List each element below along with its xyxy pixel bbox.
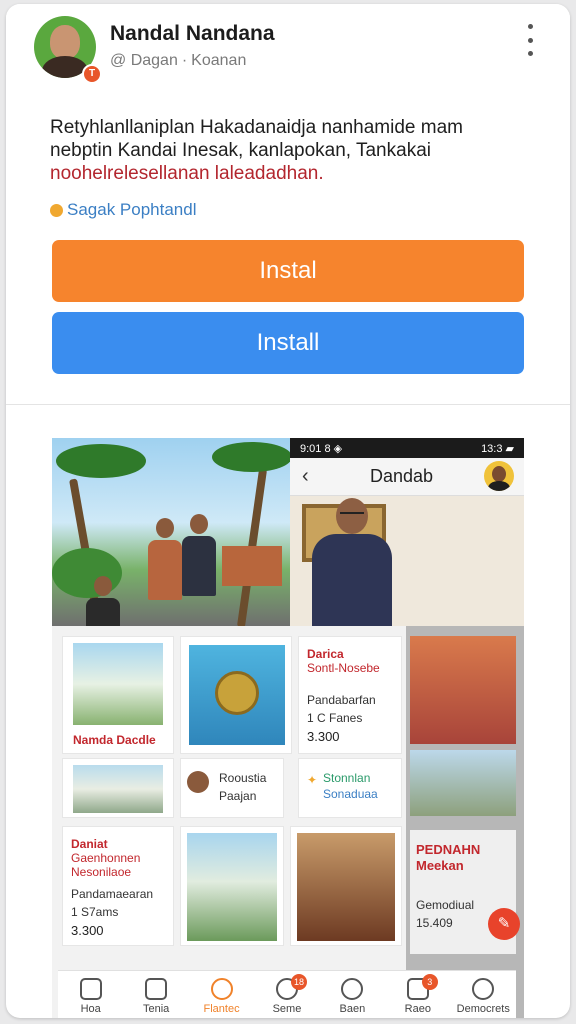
user-name[interactable]: Nandal Nandana: [110, 22, 275, 46]
tile-sub: Paajan: [219, 789, 257, 803]
app-screenshot[interactable]: 9:01 8 ◈ 13:3 ▰ ‹ Dandab Namda Dacdle Da…: [52, 438, 524, 1018]
store-icon: [145, 978, 168, 1000]
product-tile[interactable]: Daniat Gaenhonnen Nesonilaoe Pandamaearan …: [62, 826, 174, 946]
desc-line-1: Retyhlanllaniplan Hakadanaidja nanhamide…: [50, 117, 463, 138]
product-tile[interactable]: Darica Sontl-Nosebe Pandabarfan 1 C Fanes…: [298, 636, 402, 754]
hero-photo-village: [52, 438, 290, 626]
product-icon: [187, 771, 209, 793]
man-photo: [312, 498, 392, 626]
nav-item-chat[interactable]: 18 Seme: [259, 974, 315, 1015]
hero-app-preview: 9:01 8 ◈ 13:3 ▰ ‹ Dandab: [290, 438, 524, 626]
nav-label: Flantec: [203, 1003, 240, 1015]
tile-photo: [73, 643, 163, 725]
tile-line: 1 S7ams: [71, 905, 119, 919]
coin-icon: [215, 671, 259, 715]
user-meta: @ Dagan · Koanan: [110, 52, 246, 70]
nav-label: Tenia: [142, 1003, 170, 1015]
app-description: Retyhlanllaniplan Hakadanaidja nanhamide…: [50, 116, 540, 185]
product-tile[interactable]: [180, 826, 284, 946]
nav-label: Seme: [272, 1003, 302, 1015]
tile-line: Pandamaearan: [71, 887, 154, 901]
shield-icon: [50, 203, 63, 217]
preview-avatar[interactable]: [484, 461, 514, 491]
product-tile[interactable]: [290, 826, 402, 946]
nav-item-bag[interactable]: 3 Raeo: [390, 974, 446, 1015]
app-card: T Nandal Nandana @ Dagan · Koanan Retyhl…: [6, 4, 570, 1018]
right-column: PEDNAHN Meekan Gemodiual 15.409 ✎: [406, 626, 524, 1018]
back-icon[interactable]: ‹: [302, 465, 322, 488]
edit-fab-icon[interactable]: ✎: [488, 908, 520, 940]
tile-caption: Namda Dacdle: [73, 733, 156, 747]
product-tile[interactable]: ✦ Stonnlan Sonaduaa: [298, 758, 402, 818]
tile-photo: [187, 833, 277, 941]
status-bar: 9:01 8 ◈ 13:3 ▰: [290, 438, 524, 458]
tile-photo: [73, 765, 163, 813]
home-icon: [79, 978, 102, 1000]
tile-title: Daniat Gaenhonnen Nesonilaoe: [71, 837, 141, 879]
street-photo: [410, 750, 516, 816]
install-button-primary[interactable]: Instal: [52, 240, 524, 302]
meta-separator: ·: [181, 52, 188, 69]
install-button-secondary[interactable]: Install: [52, 312, 524, 374]
avatar-badge: T: [82, 64, 102, 84]
tile-title: Rooustia: [219, 771, 267, 785]
product-grid: Namda Dacdle Darica Sontl-Nosebe Pandabar…: [52, 626, 524, 1018]
nav-label: Baen: [339, 1003, 366, 1015]
divider: [6, 404, 570, 405]
product-tile[interactable]: Rooustia Paajan: [180, 758, 284, 818]
nav-badge: 3: [421, 974, 438, 990]
user-icon: [341, 978, 364, 1000]
app-header: T Nandal Nandana @ Dagan · Koanan Retyhl…: [6, 4, 570, 404]
tile-line: Pandabarfan: [307, 693, 376, 707]
tile-line: 1 C Fanes: [307, 711, 363, 725]
more-options-icon[interactable]: [522, 24, 538, 56]
coin-photo: [189, 645, 285, 745]
desc-line-3: noohelrelesellanan laleadadhan.: [50, 163, 324, 184]
tag-label: Sagak Pophtandl: [67, 200, 197, 219]
nav-label: Democrets: [456, 1003, 510, 1015]
group-icon: [472, 978, 495, 1000]
nav-badge: 18: [290, 974, 307, 990]
tile-price: 3.300: [307, 729, 340, 744]
product-tile[interactable]: [62, 758, 174, 818]
sparkle-icon: ✦: [307, 773, 318, 787]
tile-price: 3.300: [71, 923, 104, 938]
avatar-face: [50, 25, 80, 59]
preview-title: Dandab: [370, 466, 434, 486]
tile-title: Stonnlan: [323, 771, 371, 785]
tile-sub: Sonaduaa: [323, 787, 378, 801]
product-tile[interactable]: Namda Dacdle: [62, 636, 174, 754]
tile-photo: [297, 833, 395, 941]
tag-link[interactable]: Sagak Pophtandl: [50, 200, 197, 220]
nav-item-search[interactable]: Flantec: [194, 978, 250, 1015]
product-tile[interactable]: [180, 636, 292, 754]
nav-item-profile[interactable]: Baen: [324, 978, 380, 1015]
location: Koanan: [191, 52, 247, 69]
preview-app-bar: ‹ Dandab: [290, 458, 524, 496]
nav-label: Hoa: [80, 1003, 101, 1015]
search-icon: [210, 978, 233, 1000]
promo-line: Gemodiual: [416, 898, 475, 912]
couple-photo: [410, 636, 516, 744]
bottom-nav: Hoa Tenia Flantec 18 Seme Baen 3 Raeo De…: [58, 970, 516, 1018]
handle: @ Dagan: [110, 52, 178, 69]
promo-title: PEDNAHN Meekan: [416, 842, 481, 873]
tile-title: Darica Sontl-Nosebe: [307, 647, 380, 675]
status-left: 9:01 8 ◈: [300, 442, 343, 455]
status-right: 13:3 ▰: [481, 442, 514, 455]
desc-line-2: nebptin Kandai Inesak, kanlapokan, Tanka…: [50, 140, 431, 161]
promo-line: 15.409: [416, 916, 453, 930]
nav-label: Raeo: [404, 1003, 431, 1015]
nav-item-group[interactable]: Democrets: [455, 978, 511, 1015]
nav-item-store[interactable]: Tenia: [128, 978, 184, 1015]
nav-item-home[interactable]: Hoa: [63, 978, 119, 1015]
